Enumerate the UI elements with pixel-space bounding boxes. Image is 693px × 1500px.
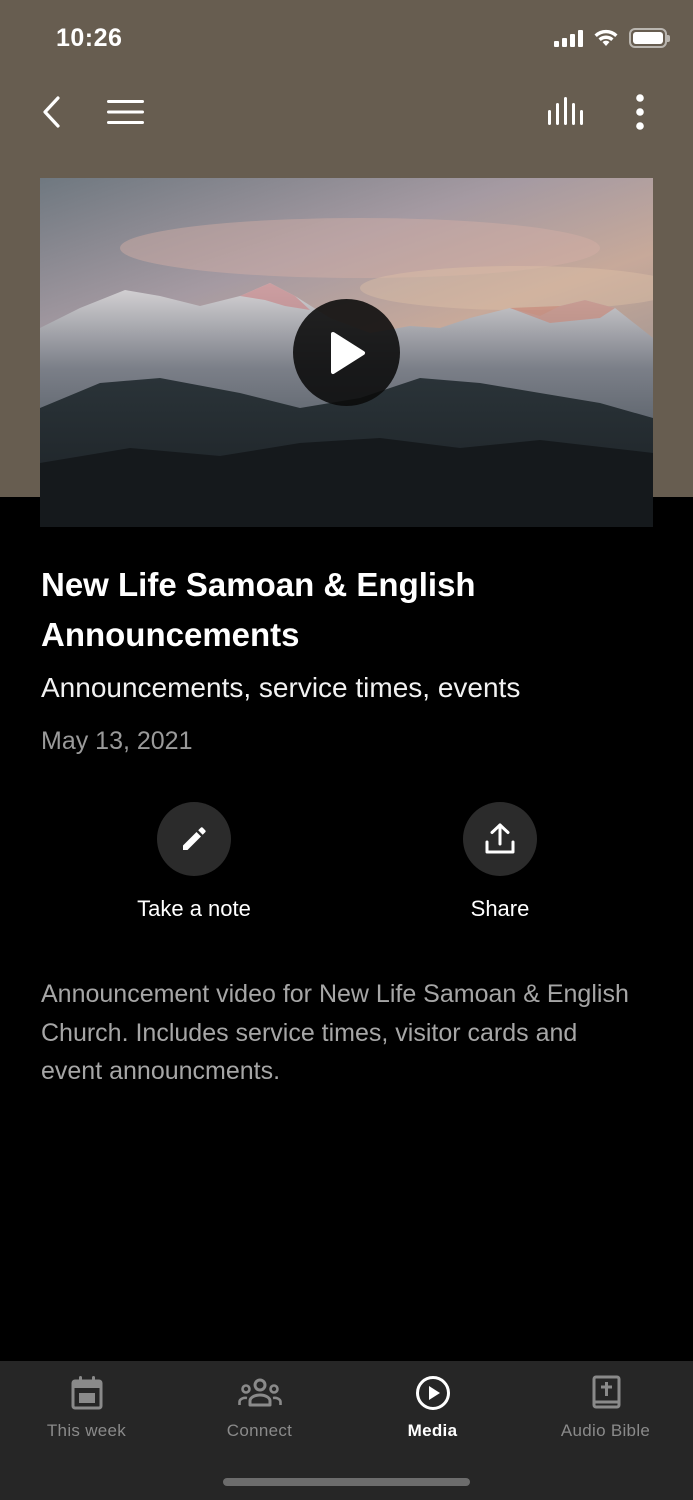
- media-title: New Life Samoan & English Announcements: [41, 566, 476, 653]
- home-indicator[interactable]: [223, 1478, 470, 1486]
- take-note-label: Take a note: [137, 896, 251, 921]
- video-player[interactable]: [40, 178, 653, 527]
- media-subtitle: Announcements, service times, events: [41, 672, 521, 703]
- cellular-signal-icon: [554, 29, 583, 47]
- tab-audio-bible[interactable]: Audio Bible: [519, 1361, 692, 1451]
- bible-icon: [592, 1375, 620, 1409]
- audio-bars-icon: [548, 97, 583, 125]
- tab-audio-bible-label: Audio Bible: [560, 1421, 651, 1440]
- audio-levels-button[interactable]: [544, 90, 588, 134]
- tab-bar: This week Connect Media Audio Bible: [0, 1361, 693, 1500]
- tab-media[interactable]: Media: [346, 1361, 519, 1451]
- back-button[interactable]: [30, 90, 74, 134]
- play-circle-icon: [415, 1376, 450, 1410]
- more-options-button[interactable]: [618, 90, 662, 134]
- hamburger-menu-icon: [107, 100, 144, 124]
- pencil-icon: [183, 827, 206, 850]
- tab-media-label: Media: [407, 1421, 458, 1440]
- take-note-circle: [157, 802, 231, 876]
- play-button[interactable]: [293, 299, 400, 406]
- share-button[interactable]: Share: [400, 802, 600, 922]
- status-bar: 10:26: [0, 0, 693, 78]
- play-icon: [330, 331, 365, 374]
- tab-connect-label: Connect: [226, 1421, 293, 1440]
- status-icons: [554, 28, 670, 48]
- calendar-icon: [71, 1376, 102, 1410]
- share-circle: [463, 802, 537, 876]
- battery-icon: [629, 28, 670, 48]
- nav-bar: [0, 80, 693, 140]
- wifi-icon: [594, 29, 618, 46]
- tab-this-week[interactable]: This week: [0, 1361, 173, 1451]
- groups-icon: [237, 1378, 282, 1407]
- media-description: Announcement video for New Life Samoan &…: [41, 980, 629, 1085]
- media-date: May 13, 2021: [41, 727, 193, 755]
- chevron-left-icon: [43, 96, 60, 128]
- tab-connect[interactable]: Connect: [173, 1361, 346, 1451]
- more-vertical-icon: [636, 94, 644, 130]
- share-upload-icon: [485, 823, 515, 854]
- share-label: Share: [470, 896, 530, 921]
- take-note-button[interactable]: Take a note: [94, 802, 294, 922]
- menu-button[interactable]: [104, 90, 148, 134]
- tab-this-week-label: This week: [46, 1421, 127, 1440]
- status-time: 10:26: [56, 24, 123, 52]
